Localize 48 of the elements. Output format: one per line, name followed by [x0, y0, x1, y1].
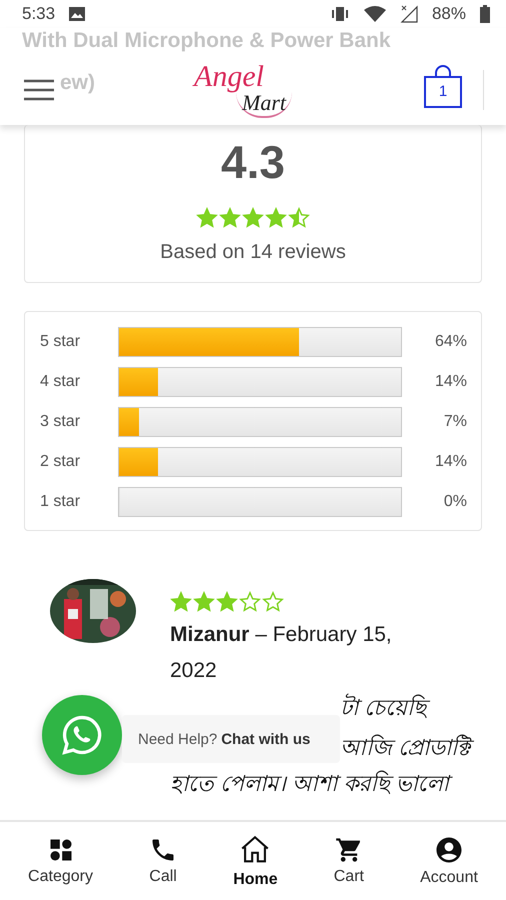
star-icon — [242, 207, 264, 229]
star-icon — [216, 591, 238, 613]
rating-percent: 0% — [442, 493, 467, 511]
image-icon — [69, 7, 86, 21]
star-label: 5 star — [40, 333, 82, 351]
star-icon — [262, 591, 284, 613]
average-rating: 4.3 — [221, 135, 285, 189]
star-label: 2 star — [40, 453, 82, 471]
vibrate-icon — [330, 6, 350, 22]
battery-percent: 88% — [432, 4, 466, 24]
cart-icon — [334, 836, 363, 864]
star-icon — [265, 207, 287, 229]
shopping-bag-icon[interactable] — [423, 62, 463, 108]
account-icon — [434, 835, 464, 865]
rating-percent: 64% — [434, 333, 467, 351]
star-label: 3 star — [40, 413, 82, 431]
logo-text[interactable]: Mart — [236, 92, 292, 118]
review-count: Based on 14 reviews — [160, 241, 346, 264]
star-icon — [239, 591, 261, 613]
product-title: ew) — [60, 70, 96, 94]
star-label: 1 star — [40, 493, 82, 511]
star-icon — [193, 591, 215, 613]
battery-icon — [480, 5, 490, 23]
star-icon — [219, 207, 241, 229]
logo-text[interactable]: Angel — [194, 62, 264, 92]
menu-icon[interactable] — [24, 78, 54, 100]
signal-icon — [400, 5, 418, 23]
status-time: 5:33 — [22, 4, 56, 24]
star-icon — [170, 591, 192, 613]
product-title: With Dual Microphone & Power Bank — [21, 28, 391, 54]
rating-percent: 14% — [434, 373, 467, 391]
rating-percent: 7% — [442, 413, 467, 431]
review-text: হাতে পেলাম। আশা করছি ভালো — [170, 765, 470, 803]
nav-tab[interactable]: Account — [420, 835, 478, 887]
chat-prompt[interactable]: Need Help? Chat with us — [122, 715, 340, 763]
cart-count: 1 — [438, 82, 448, 100]
rating-percent: 14% — [434, 453, 467, 471]
whatsapp-button[interactable] — [42, 695, 122, 775]
star-label: 4 star — [40, 373, 82, 391]
nav-tab[interactable]: Home — [233, 833, 278, 889]
star-icon — [196, 207, 218, 229]
nav-tab[interactable]: Cart — [334, 836, 364, 886]
chat-icon — [60, 713, 104, 757]
nav-tab[interactable]: Call — [149, 836, 178, 886]
nav-tab[interactable]: Category — [28, 836, 93, 886]
star-icon — [288, 207, 310, 229]
review-author-date: Mizanur – February 15, 2022 — [170, 622, 393, 684]
wifi-icon — [364, 6, 386, 22]
